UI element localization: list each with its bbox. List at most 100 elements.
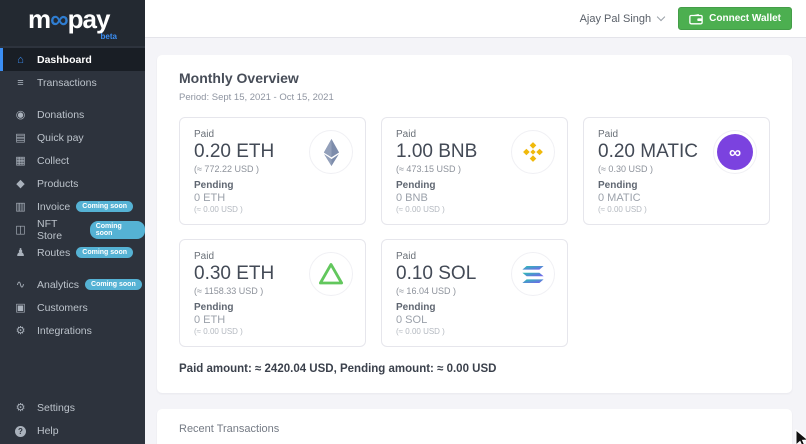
- pending-amount: 0 ETH: [194, 314, 351, 326]
- pending-usd: (≈ 0.00 USD ): [598, 205, 755, 214]
- polygon-matic-icon: ∞: [713, 130, 757, 174]
- sidebar-item-customers[interactable]: ▣ Customers: [0, 296, 145, 319]
- sidebar-item-help[interactable]: ? Help: [0, 419, 145, 442]
- card-icon: ▤: [13, 131, 28, 144]
- pending-label: Pending: [194, 302, 351, 313]
- transactions-title: Recent Transactions: [157, 423, 792, 435]
- brand-part2: pay: [68, 4, 110, 34]
- ethereum-icon: [309, 130, 353, 174]
- nav-divider: [0, 94, 145, 103]
- connect-wallet-button[interactable]: Connect Wallet: [678, 7, 792, 30]
- user-menu[interactable]: Ajay Pal Singh: [580, 13, 665, 25]
- coins-stack-icon: ▦: [13, 154, 28, 167]
- sidebar-item-integrations[interactable]: ⚙ Integrations: [0, 319, 145, 342]
- sidebar-item-label: Quick pay: [37, 132, 84, 144]
- sidebar: m∞pay beta ⌂ Dashboard ≡ Transactions ◉ …: [0, 0, 145, 444]
- sidebar-item-label: NFT Store: [37, 218, 84, 242]
- contact-card-icon: ▣: [13, 301, 28, 314]
- store-icon: ◫: [13, 223, 28, 236]
- crypto-card-matic: Paid 0.20 MATIC (≈ 0.30 USD ) Pending 0 …: [583, 117, 770, 225]
- connect-wallet-label: Connect Wallet: [709, 13, 781, 24]
- crypto-card-eth: Paid 0.20 ETH (≈ 772.22 USD ) Pending 0 …: [179, 117, 366, 225]
- pending-usd: (≈ 0.00 USD ): [396, 205, 553, 214]
- pending-usd: (≈ 0.00 USD ): [396, 327, 553, 336]
- sidebar-item-label: Settings: [37, 402, 75, 414]
- sidebar-item-label: Collect: [37, 155, 69, 167]
- nav-spacer: [0, 342, 145, 396]
- sidebar-item-label: Transactions: [37, 77, 97, 89]
- beta-label: beta: [101, 32, 117, 41]
- sidebar-item-label: Customers: [37, 302, 88, 314]
- person-icon: ♟: [13, 246, 28, 259]
- brand-logo: m∞pay beta: [0, 0, 145, 46]
- crypto-card-eth-testnet: Paid 0.30 ETH (≈ 1158.33 USD ) Pending 0…: [179, 239, 366, 347]
- brand-part1: m: [28, 4, 50, 34]
- sidebar-item-label: Invoice: [37, 201, 70, 213]
- pending-label: Pending: [396, 302, 553, 313]
- sidebar-item-routes[interactable]: ♟ Routes Coming soon: [0, 241, 145, 264]
- main-content: Monthly Overview Period: Sept 15, 2021 -…: [145, 38, 806, 444]
- coin-icon: ◉: [13, 108, 28, 121]
- binance-icon: [511, 130, 555, 174]
- crypto-card-bnb: Paid 1.00 BNB (≈ 473.15 USD ) Pending 0 …: [381, 117, 568, 225]
- pending-amount: 0 SOL: [396, 314, 553, 326]
- user-name: Ajay Pal Singh: [580, 13, 652, 25]
- pending-amount: 0 MATIC: [598, 192, 755, 204]
- sidebar-item-label: Analytics: [37, 279, 79, 291]
- pending-amount: 0 BNB: [396, 192, 553, 204]
- sidebar-item-transactions[interactable]: ≡ Transactions: [0, 71, 145, 94]
- pending-label: Pending: [194, 180, 351, 191]
- pending-usd: (≈ 0.00 USD ): [194, 205, 351, 214]
- sidebar-item-quick-pay[interactable]: ▤ Quick pay: [0, 126, 145, 149]
- chart-icon: ∿: [13, 278, 28, 291]
- recent-transactions-panel: Recent Transactions Network User Product…: [157, 409, 792, 444]
- sidebar-item-invoice[interactable]: ▥ Invoice Coming soon: [0, 195, 145, 218]
- sidebar-nav: ⌂ Dashboard ≡ Transactions ◉ Donations ▤…: [0, 48, 145, 442]
- green-triangle-icon: [309, 252, 353, 296]
- sidebar-item-label: Products: [37, 178, 78, 190]
- coming-soon-badge: Coming soon: [85, 279, 142, 290]
- nav-divider: [0, 264, 145, 273]
- gears-icon: ⚙: [13, 324, 28, 337]
- app-root: m∞pay beta ⌂ Dashboard ≡ Transactions ◉ …: [0, 0, 806, 444]
- sidebar-item-label: Donations: [37, 109, 84, 121]
- list-icon: ≡: [13, 77, 28, 89]
- pending-amount: 0 ETH: [194, 192, 351, 204]
- sidebar-item-settings[interactable]: ⚙ Settings: [0, 396, 145, 419]
- sidebar-item-label: Dashboard: [37, 54, 92, 66]
- document-icon: ▥: [13, 200, 28, 213]
- overview-title: Monthly Overview: [179, 70, 770, 86]
- sidebar-item-label: Routes: [37, 247, 70, 259]
- pending-usd: (≈ 0.00 USD ): [194, 327, 351, 336]
- sidebar-item-label: Integrations: [37, 325, 92, 337]
- gear-icon: ⚙: [13, 401, 28, 414]
- sidebar-item-label: Help: [37, 425, 59, 437]
- crypto-cards-grid: Paid 0.20 ETH (≈ 772.22 USD ) Pending 0 …: [179, 117, 770, 347]
- pending-label: Pending: [396, 180, 553, 191]
- home-icon: ⌂: [13, 54, 28, 66]
- infinity-icon: ∞: [50, 4, 68, 34]
- sidebar-item-products[interactable]: ◆ Products: [0, 172, 145, 195]
- coming-soon-badge: Coming soon: [76, 247, 133, 258]
- question-glyph: ?: [15, 426, 26, 437]
- matic-glyph: ∞: [729, 144, 741, 161]
- sidebar-item-analytics[interactable]: ∿ Analytics Coming soon: [0, 273, 145, 296]
- pending-label: Pending: [598, 180, 755, 191]
- sidebar-item-collect[interactable]: ▦ Collect: [0, 149, 145, 172]
- coming-soon-badge: Coming soon: [90, 221, 145, 239]
- wallet-icon: [689, 13, 703, 25]
- mouse-cursor: [795, 429, 806, 444]
- solana-icon: [511, 252, 555, 296]
- overview-period: Period: Sept 15, 2021 - Oct 15, 2021: [179, 92, 770, 103]
- sidebar-item-donations[interactable]: ◉ Donations: [0, 103, 145, 126]
- totals-summary: Paid amount: ≈ 2420.04 USD, Pending amou…: [179, 363, 770, 375]
- sidebar-item-nft-store[interactable]: ◫ NFT Store Coming soon: [0, 218, 145, 241]
- brand-name: m∞pay: [28, 6, 145, 32]
- tag-icon: ◆: [13, 177, 28, 190]
- monthly-overview-panel: Monthly Overview Period: Sept 15, 2021 -…: [157, 55, 792, 393]
- sidebar-item-dashboard[interactable]: ⌂ Dashboard: [0, 48, 145, 71]
- question-circle-icon: ?: [13, 425, 28, 437]
- chevron-down-icon: [657, 13, 665, 21]
- crypto-card-sol: Paid 0.10 SOL (≈ 16.04 USD ) Pending 0 S…: [381, 239, 568, 347]
- top-header: Ajay Pal Singh Connect Wallet: [145, 0, 806, 38]
